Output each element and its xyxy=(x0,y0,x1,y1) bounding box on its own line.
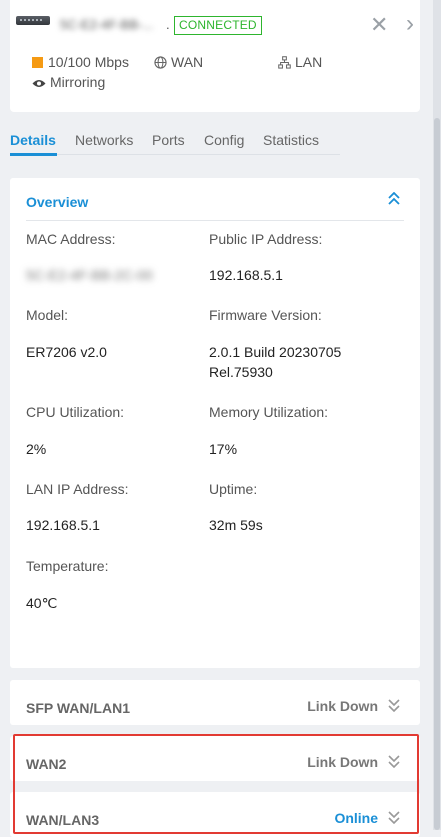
firmware-label: Firmware Version: xyxy=(209,307,322,323)
mac-address-value: 5C-E2-4F-BB-2C-00 xyxy=(26,267,153,283)
globe-icon xyxy=(154,56,167,72)
section-sfp-wan-lan1[interactable]: SFP WAN/LAN1 Link Down xyxy=(10,680,420,725)
firmware-value-line2: Rel.75930 xyxy=(209,364,273,380)
network-icon xyxy=(278,56,291,72)
memory-utilization-value: 17% xyxy=(209,441,238,457)
tab-details[interactable]: Details xyxy=(10,132,56,148)
legend-speed: 10/100 Mbps xyxy=(32,54,129,70)
overview-panel: Overview MAC Address: 5C-E2-4F-BB-2C-00 … xyxy=(10,178,420,668)
device-name-ellipsis: . xyxy=(166,17,170,32)
public-ip-value: 192.168.5.1 xyxy=(209,267,283,283)
overview-divider xyxy=(26,220,404,221)
temperature-value: 40℃ xyxy=(26,595,58,611)
lan-ip-value: 192.168.5.1 xyxy=(26,517,100,533)
memory-utilization-label: Memory Utilization: xyxy=(209,404,329,420)
public-ip-label: Public IP Address: xyxy=(209,231,323,247)
tab-statistics[interactable]: Statistics xyxy=(263,132,319,148)
tab-divider xyxy=(10,154,340,155)
router-device-icon xyxy=(16,16,50,25)
legend-lan: LAN xyxy=(278,54,322,72)
active-tab-indicator xyxy=(10,153,57,156)
legend-mirroring: Mirroring xyxy=(32,74,105,92)
mac-address-label: MAC Address: xyxy=(26,231,116,247)
link-status: Link Down xyxy=(307,698,378,714)
firmware-value-line1: 2.0.1 Build 20230705 xyxy=(209,344,342,360)
right-rail xyxy=(433,0,441,830)
expand-down-icon[interactable] xyxy=(388,699,400,717)
tab-config[interactable]: Config xyxy=(204,132,244,148)
model-value: ER7206 v2.0 xyxy=(26,344,107,360)
collapse-up-icon[interactable] xyxy=(388,191,400,210)
device-header-card: 5C-E2-4F-BB-... . CONNECTED ✕ › 10/100 M… xyxy=(10,0,420,112)
chevron-right-icon[interactable]: › xyxy=(406,12,414,36)
cpu-utilization-label: CPU Utilization: xyxy=(26,404,125,420)
legend-wan: WAN xyxy=(154,54,203,72)
tab-networks[interactable]: Networks xyxy=(75,132,133,148)
close-icon[interactable]: ✕ xyxy=(370,14,388,36)
highlight-annotation xyxy=(13,734,419,834)
cpu-utilization-value: 2% xyxy=(26,441,47,457)
uptime-value: 32m 59s xyxy=(209,517,263,533)
status-badge: CONNECTED xyxy=(174,16,262,35)
scrollbar[interactable] xyxy=(434,118,440,830)
tab-bar: Details Networks Ports Config Statistics xyxy=(0,130,441,156)
uptime-label: Uptime: xyxy=(209,481,258,497)
lan-ip-label: LAN IP Address: xyxy=(26,481,129,497)
overview-title: Overview xyxy=(26,194,89,210)
eye-icon xyxy=(32,76,46,92)
tab-ports[interactable]: Ports xyxy=(152,132,185,148)
temperature-label: Temperature: xyxy=(26,558,109,574)
speed-swatch-icon xyxy=(32,57,43,68)
device-name: 5C-E2-4F-BB-... xyxy=(60,17,154,32)
section-title: SFP WAN/LAN1 xyxy=(26,700,130,716)
model-label: Model: xyxy=(26,307,69,323)
